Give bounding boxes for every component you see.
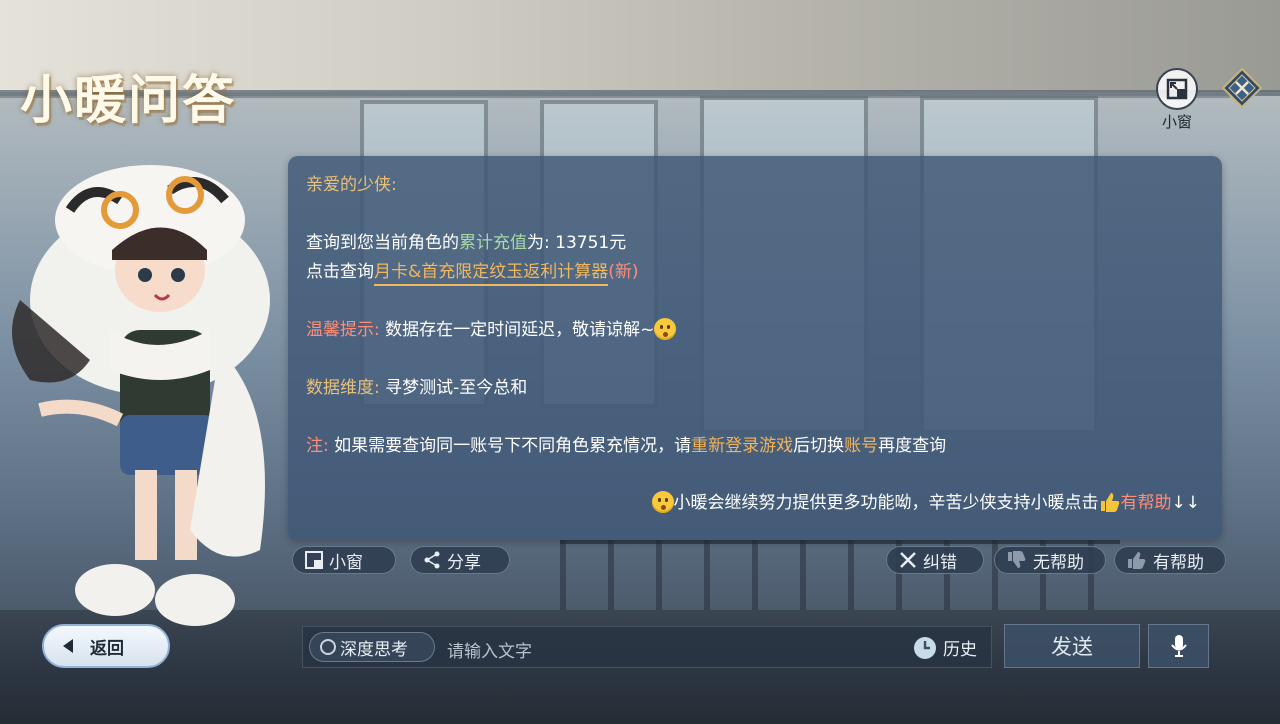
mini-window-top-button[interactable]: 小窗 bbox=[1155, 68, 1199, 132]
correct-label: 纠错 bbox=[923, 552, 957, 573]
close-icon bbox=[1221, 67, 1263, 109]
cross-icon bbox=[900, 552, 916, 568]
back-arrow-icon bbox=[63, 639, 73, 653]
query-prefix: 查询到您当前角色的 bbox=[306, 233, 459, 253]
closing-helpful: 有帮助 bbox=[1120, 493, 1172, 513]
back-label: 返回 bbox=[90, 638, 124, 659]
message-input[interactable]: 请输入文字 bbox=[447, 637, 532, 662]
closing-line: 小暖会继续努力提供更多功能呦，辛苦少侠支持小暖点击 有帮助↓↓ bbox=[651, 488, 1201, 513]
calculator-line: 点击查询月卡&首充限定纹玉返利计算器(新) bbox=[306, 257, 639, 286]
mini-window-label: 小窗 bbox=[329, 552, 363, 573]
calculator-link[interactable]: 月卡&首充限定纹玉返利计算器 bbox=[374, 262, 609, 286]
message-input-bar: 深度思考 请输入文字 历史 bbox=[302, 626, 992, 668]
shush-emoji-icon bbox=[651, 491, 674, 513]
tip-label: 温馨提示: bbox=[306, 320, 380, 340]
mini-window-icon bbox=[305, 551, 323, 569]
share-label: 分享 bbox=[447, 552, 481, 573]
query-highlight: 累计充值 bbox=[459, 233, 527, 253]
thumbs-up-icon bbox=[1128, 552, 1146, 569]
character-illustration bbox=[12, 165, 270, 626]
mini-window-button[interactable]: 小窗 bbox=[292, 546, 396, 574]
share-button[interactable]: 分享 bbox=[410, 546, 510, 574]
deep-think-label: 深度思考 bbox=[340, 639, 408, 660]
calculator-new-badge: (新) bbox=[608, 262, 639, 282]
send-label: 发送 bbox=[1051, 635, 1093, 659]
thumbs-down-icon bbox=[1008, 551, 1026, 568]
send-button[interactable]: 发送 bbox=[1004, 624, 1140, 668]
note-middle: 后切换 bbox=[793, 436, 845, 456]
share-icon bbox=[424, 551, 440, 569]
note-relogin: 重新登录游戏 bbox=[691, 436, 794, 456]
click-prefix: 点击查询 bbox=[306, 262, 374, 282]
tip-line: 温馨提示: 数据存在一定时间延迟，敬请谅解~ bbox=[306, 315, 677, 340]
dimension-label: 数据维度: bbox=[306, 378, 380, 398]
closing-text: 小暖会继续努力提供更多功能呦，辛苦少侠支持小暖点击 bbox=[673, 493, 1099, 513]
mini-window-top-label: 小窗 bbox=[1161, 113, 1192, 131]
back-button[interactable]: 返回 bbox=[42, 624, 170, 668]
mini-window-icon bbox=[1156, 68, 1198, 110]
clock-icon bbox=[914, 636, 936, 659]
greeting-text: 亲爱的少侠: bbox=[306, 175, 397, 195]
page-title: 小暖问答 bbox=[20, 70, 237, 131]
not-helpful-label: 无帮助 bbox=[1033, 552, 1084, 573]
closing-arrows: ↓↓ bbox=[1171, 493, 1201, 513]
tip-text: 数据存在一定时间延迟，敬请谅解~ bbox=[385, 320, 655, 340]
helpful-button[interactable]: 有帮助 bbox=[1114, 546, 1226, 574]
history-label: 历史 bbox=[943, 640, 977, 660]
note-label: 注: bbox=[306, 436, 329, 456]
not-helpful-button[interactable]: 无帮助 bbox=[994, 546, 1106, 574]
microphone-icon bbox=[1170, 635, 1187, 657]
note-prefix: 如果需要查询同一账号下不同角色累充情况，请 bbox=[334, 436, 692, 456]
deep-think-toggle[interactable]: 深度思考 bbox=[309, 632, 435, 662]
radio-icon bbox=[320, 639, 336, 655]
query-suffix: 为: 13751元 bbox=[527, 233, 627, 253]
note-line: 注: 如果需要查询同一账号下不同角色累充情况，请重新登录游戏后切换账号再度查询 bbox=[306, 431, 946, 456]
recharge-query-line: 查询到您当前角色的累计充值为: 13751元 bbox=[306, 228, 626, 253]
shush-emoji-icon bbox=[654, 318, 677, 340]
dimension-value: 寻梦测试-至今总和 bbox=[385, 378, 528, 398]
note-suffix: 再度查询 bbox=[878, 436, 947, 456]
dimension-line: 数据维度: 寻梦测试-至今总和 bbox=[306, 373, 527, 398]
answer-dialog: 亲爱的少侠: 查询到您当前角色的累计充值为: 13751元 点击查询月卡&首充限… bbox=[288, 156, 1222, 540]
helpful-label: 有帮助 bbox=[1153, 552, 1204, 573]
note-account: 账号 bbox=[844, 436, 879, 456]
correct-button[interactable]: 纠错 bbox=[886, 546, 984, 574]
history-button[interactable]: 历史 bbox=[913, 635, 977, 660]
thumbs-up-icon bbox=[1100, 493, 1119, 512]
close-button[interactable] bbox=[1221, 67, 1263, 109]
voice-input-button[interactable] bbox=[1148, 624, 1209, 668]
